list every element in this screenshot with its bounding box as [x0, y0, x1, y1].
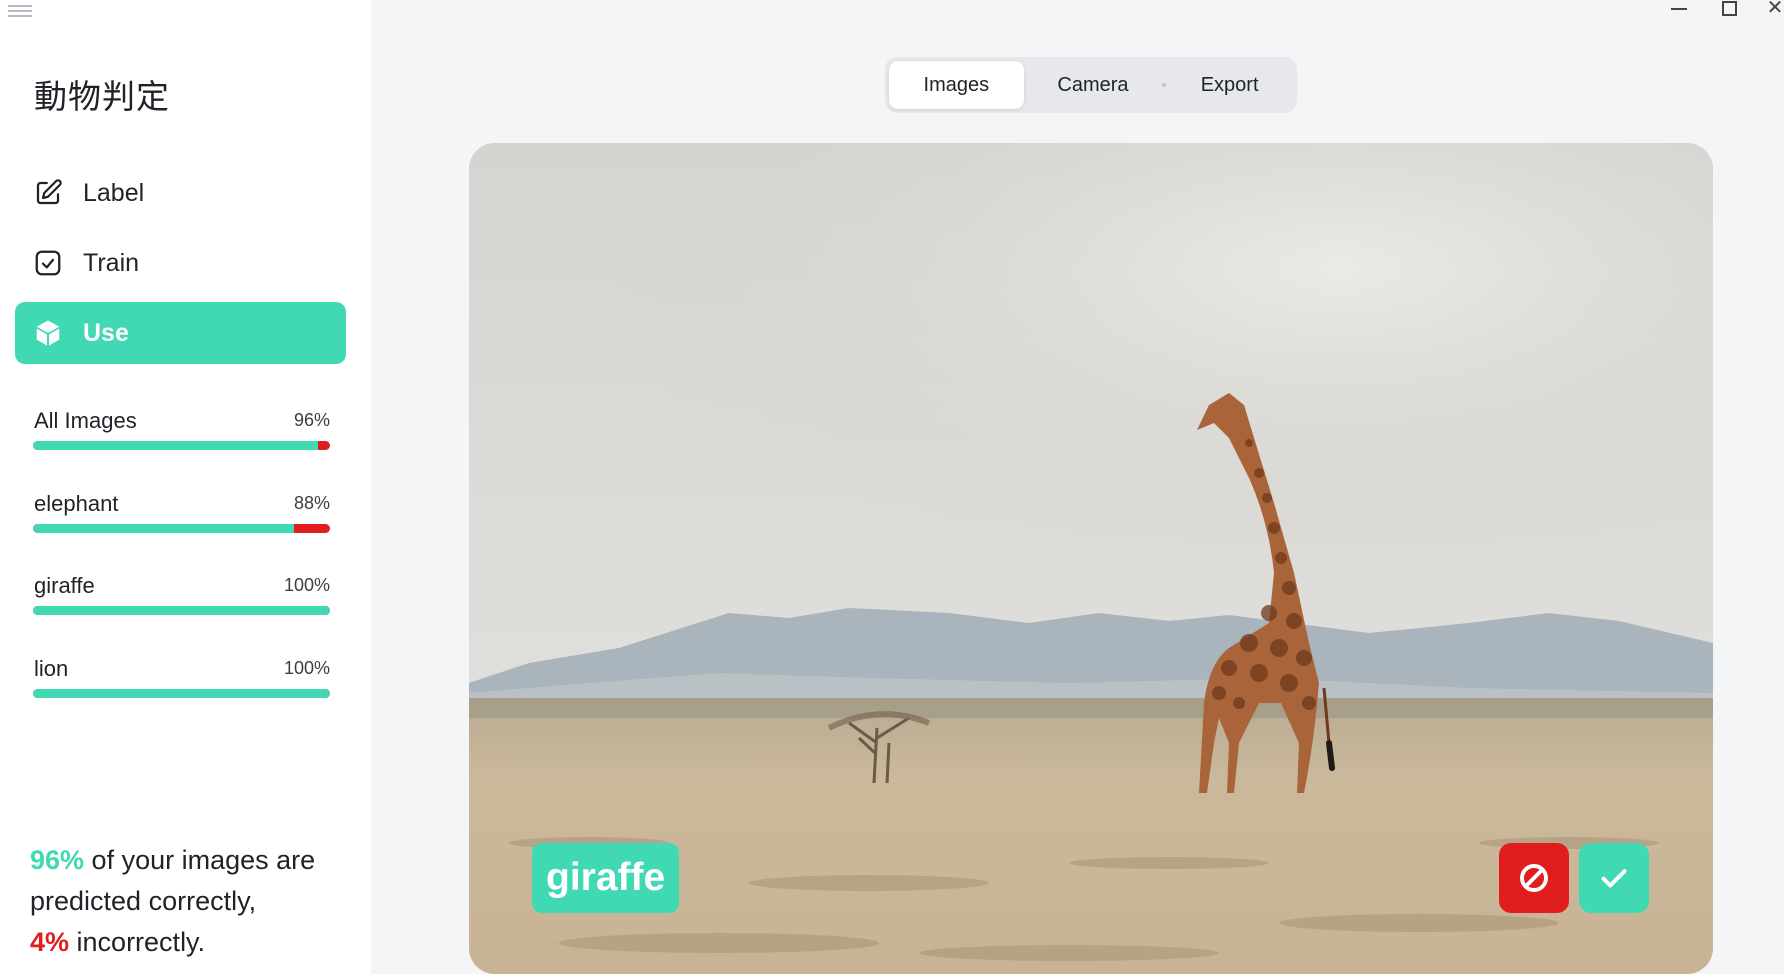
- stat-percent: 100%: [283, 575, 330, 595]
- stat-elephant: elephant 88%: [33, 491, 330, 541]
- accuracy-bar-fill: [33, 524, 295, 533]
- stat-name: All Images: [34, 408, 137, 433]
- summary-correct-percent: 96%: [30, 845, 85, 875]
- sidebar-item-use-text: Use: [83, 318, 129, 347]
- accuracy-bar-fill: [33, 689, 330, 698]
- stat-percent: 100%: [283, 658, 330, 678]
- minimize-icon: [1671, 8, 1687, 10]
- summary-incorrect-text: incorrectly.: [69, 927, 206, 957]
- accuracy-summary: 96% of your images are predicted correct…: [30, 840, 350, 963]
- accuracy-bar: [33, 524, 330, 533]
- checkbox-icon: [33, 248, 63, 278]
- prohibit-icon: [1520, 864, 1548, 892]
- stat-lion: lion 100%: [33, 656, 330, 706]
- prediction-label: giraffe: [532, 843, 680, 913]
- maximize-icon: [1721, 1, 1737, 16]
- edit-icon: [33, 178, 63, 208]
- window-minimize-button[interactable]: [1668, 0, 1690, 18]
- tab-export[interactable]: Export: [1166, 61, 1293, 109]
- stat-all-images: All Images 96%: [33, 408, 330, 458]
- stat-name: lion: [34, 656, 69, 681]
- stat-percent: 88%: [293, 493, 330, 513]
- sidebar-item-use[interactable]: Use: [15, 302, 346, 364]
- stat-percent: 96%: [293, 410, 330, 430]
- accuracy-bar: [33, 689, 330, 698]
- stat-giraffe: giraffe 100%: [33, 573, 330, 623]
- sidebar-item-label[interactable]: Label: [15, 162, 346, 224]
- view-tabs: Images Camera Export: [885, 57, 1297, 113]
- app-title: 動物判定: [34, 77, 170, 116]
- accuracy-bar-fill: [33, 606, 330, 615]
- sidebar: 動物判定 Label Train Use All Images 96% elep…: [0, 0, 371, 974]
- sidebar-item-train-text: Train: [83, 248, 140, 277]
- window-maximize-button[interactable]: [1718, 0, 1740, 18]
- summary-incorrect-percent: 4%: [30, 927, 70, 957]
- accept-prediction-button[interactable]: [1579, 843, 1649, 913]
- cube-icon: [33, 318, 63, 348]
- checkmark-icon: [1601, 869, 1627, 888]
- reject-prediction-button[interactable]: [1499, 843, 1569, 913]
- window-close-button[interactable]: ✕: [1764, 0, 1784, 18]
- sidebar-item-train[interactable]: Train: [15, 232, 346, 294]
- tab-images[interactable]: Images: [889, 61, 1024, 109]
- stat-name: giraffe: [34, 573, 95, 598]
- tab-camera[interactable]: Camera: [1024, 61, 1163, 109]
- accuracy-bar: [33, 606, 330, 615]
- stat-name: elephant: [34, 491, 119, 516]
- accuracy-bar-fill: [33, 441, 319, 450]
- sidebar-item-label-text: Label: [83, 178, 145, 207]
- accuracy-bar: [33, 441, 330, 450]
- close-icon: ✕: [1766, 0, 1784, 19]
- hamburger-menu-icon[interactable]: [8, 2, 32, 20]
